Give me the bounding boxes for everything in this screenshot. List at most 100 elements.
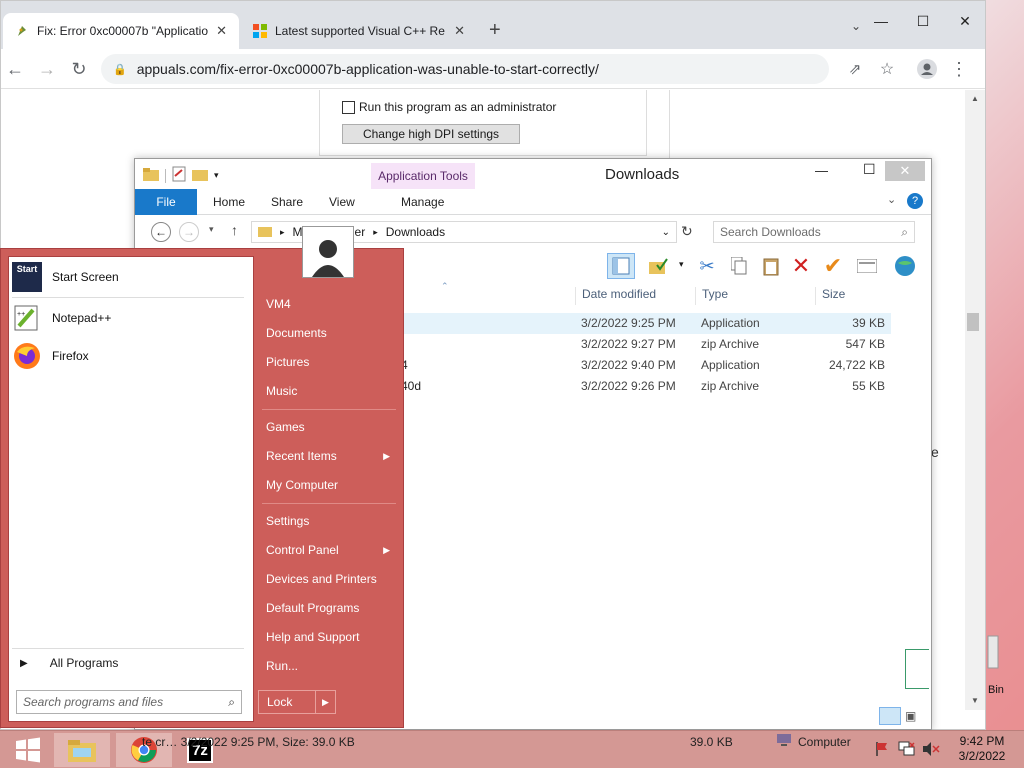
lock-button[interactable]: Lock ▶ xyxy=(258,690,336,714)
start-right-recent-items[interactable]: Recent Items ▶ xyxy=(258,444,398,468)
file-date: 3/2/2022 9:27 PM xyxy=(581,337,676,351)
up-arrow-icon[interactable]: ↑ xyxy=(231,222,238,238)
large-icons-view-icon[interactable]: ▣ xyxy=(905,709,916,723)
start-right-vm4[interactable]: VM4 xyxy=(258,292,398,316)
properties-icon[interactable] xyxy=(172,166,186,185)
address-dropdown-chevron-icon[interactable]: ⌄ xyxy=(662,227,670,238)
start-right-documents[interactable]: Documents xyxy=(258,321,398,345)
change-dpi-button[interactable]: Change high DPI settings xyxy=(342,124,520,144)
recycle-bin-icon[interactable] xyxy=(986,632,1006,682)
start-item-notepadpp[interactable]: ++ Notepad++ xyxy=(12,301,111,335)
tab-close-icon[interactable]: ✕ xyxy=(454,23,465,39)
start-right-help-support[interactable]: Help and Support xyxy=(258,625,398,649)
chrome-menu-icon[interactable]: ⋮ xyxy=(945,55,973,83)
checkbox-icon[interactable] xyxy=(342,100,355,114)
folder-icon[interactable] xyxy=(143,167,159,184)
network-icon[interactable] xyxy=(898,741,916,760)
breadcrumb-current[interactable]: Downloads xyxy=(386,225,445,239)
tab-share[interactable]: Share xyxy=(257,189,317,215)
properties-icon[interactable] xyxy=(853,253,881,279)
bookmark-star-icon[interactable]: ☆ xyxy=(873,55,901,83)
start-right-control-panel[interactable]: Control Panel ▶ xyxy=(258,538,398,562)
details-view-icon[interactable] xyxy=(879,707,901,725)
start-right-run[interactable]: Run... xyxy=(258,654,398,678)
start-right-devices-printers[interactable]: Devices and Printers xyxy=(258,567,398,591)
run-as-admin-checkbox-row[interactable]: Run this program as an administrator xyxy=(342,100,556,114)
file-type: zip Archive xyxy=(701,337,760,351)
tab-manage[interactable]: Manage xyxy=(387,189,458,215)
close-button[interactable]: ✕ xyxy=(885,161,925,181)
status-computer: Computer xyxy=(776,734,851,750)
share-icon[interactable]: ⇗ xyxy=(841,55,869,83)
breadcrumb-part[interactable]: er xyxy=(355,225,366,239)
taskbar-file-explorer[interactable] xyxy=(54,733,110,767)
address-bar[interactable]: 🔒 appuals.com/fix-error-0xc00007b-applic… xyxy=(101,54,829,84)
start-right-default-programs[interactable]: Default Programs xyxy=(258,596,398,620)
ribbon-expand-chevron-icon[interactable]: ⌄ xyxy=(887,193,896,206)
maximize-button[interactable]: ☐ xyxy=(903,9,943,33)
minimize-button[interactable]: — xyxy=(861,9,901,33)
new-tab-button[interactable]: + xyxy=(489,19,501,42)
close-button[interactable]: ✕ xyxy=(945,9,985,33)
customize-qat-chevron-icon[interactable]: ▾ xyxy=(214,170,219,181)
network-globe-icon[interactable] xyxy=(891,253,919,279)
tab-view[interactable]: View xyxy=(315,189,369,215)
start-item-firefox[interactable]: Firefox xyxy=(12,339,89,373)
all-programs-item[interactable]: ▶ All Programs xyxy=(20,656,118,670)
tab-file[interactable]: File xyxy=(135,189,197,215)
page-scrollbar[interactable]: ▲ ▼ xyxy=(965,90,985,710)
help-icon[interactable]: ? xyxy=(907,193,923,209)
user-avatar[interactable] xyxy=(302,226,354,278)
start-right-my-computer[interactable]: My Computer xyxy=(258,473,398,497)
search-programs-input[interactable]: Search programs and files ⌕ xyxy=(16,690,242,714)
back-arrow-icon[interactable]: ← xyxy=(1,55,29,83)
cut-icon[interactable]: ✂ xyxy=(693,253,721,279)
recent-locations-chevron-icon[interactable]: ▾ xyxy=(209,224,214,235)
system-clock[interactable]: 9:42 PM 3/2/2022 xyxy=(946,734,1018,764)
search-placeholder: Search Downloads xyxy=(720,225,821,239)
tab-search-chevron-icon[interactable]: ⌄ xyxy=(851,19,861,33)
column-size[interactable]: Size xyxy=(815,287,895,305)
tab-appuals[interactable]: Fix: Error 0xc00007b "Application ✕ xyxy=(3,13,239,49)
volume-muted-icon[interactable] xyxy=(922,741,940,760)
start-item-label: Firefox xyxy=(52,349,89,363)
delete-icon[interactable]: ✕ xyxy=(787,253,815,279)
start-right-music[interactable]: Music xyxy=(258,379,398,403)
scroll-thumb[interactable] xyxy=(967,313,979,331)
start-button[interactable] xyxy=(0,733,56,767)
column-type[interactable]: Type xyxy=(695,287,813,305)
scroll-up-icon[interactable]: ▲ xyxy=(971,94,979,103)
forward-arrow-icon[interactable]: → xyxy=(33,55,61,83)
tab-visual-cpp[interactable]: Latest supported Visual C++ Re ✕ xyxy=(241,13,477,49)
tab-close-icon[interactable]: ✕ xyxy=(216,23,227,39)
profile-avatar-icon[interactable] xyxy=(913,55,941,83)
paste-icon[interactable] xyxy=(757,253,785,279)
scroll-down-icon[interactable]: ▼ xyxy=(971,696,979,705)
copy-icon[interactable] xyxy=(725,253,753,279)
start-item-start-screen[interactable]: Start Start Screen xyxy=(12,260,119,294)
back-arrow-icon[interactable]: ← xyxy=(151,222,171,242)
action-center-flag-icon[interactable] xyxy=(874,741,890,760)
preview-pane-icon[interactable] xyxy=(607,253,635,279)
path-separator-icon: ▸ xyxy=(373,226,378,237)
minimize-button[interactable]: — xyxy=(815,163,828,178)
search-downloads-input[interactable]: Search Downloads ⌕ xyxy=(713,221,915,243)
page-text-fragment: e xyxy=(931,444,939,460)
svg-text:++: ++ xyxy=(17,311,25,318)
start-right-pictures[interactable]: Pictures xyxy=(258,350,398,374)
tab-home[interactable]: Home xyxy=(199,189,259,215)
reload-icon[interactable]: ↻ xyxy=(65,55,93,83)
folder-options-icon[interactable] xyxy=(645,253,673,279)
start-right-settings[interactable]: Settings xyxy=(258,509,398,533)
column-date-modified[interactable]: Date modified xyxy=(575,287,693,305)
forward-arrow-icon[interactable]: → xyxy=(179,222,199,242)
lock-icon: 🔒 xyxy=(113,63,127,76)
browser-toolbar: ← → ↻ 🔒 appuals.com/fix-error-0xc00007b-… xyxy=(1,49,985,89)
rename-check-icon[interactable]: ✔ xyxy=(819,253,847,279)
start-right-games[interactable]: Games xyxy=(258,415,398,439)
new-folder-icon[interactable] xyxy=(192,167,208,184)
refresh-icon[interactable]: ↻ xyxy=(681,223,693,240)
maximize-button[interactable]: ☐ xyxy=(863,161,876,178)
lock-options-arrow-icon[interactable]: ▶ xyxy=(315,691,335,713)
options-dropdown-chevron-icon[interactable]: ▾ xyxy=(679,259,684,270)
